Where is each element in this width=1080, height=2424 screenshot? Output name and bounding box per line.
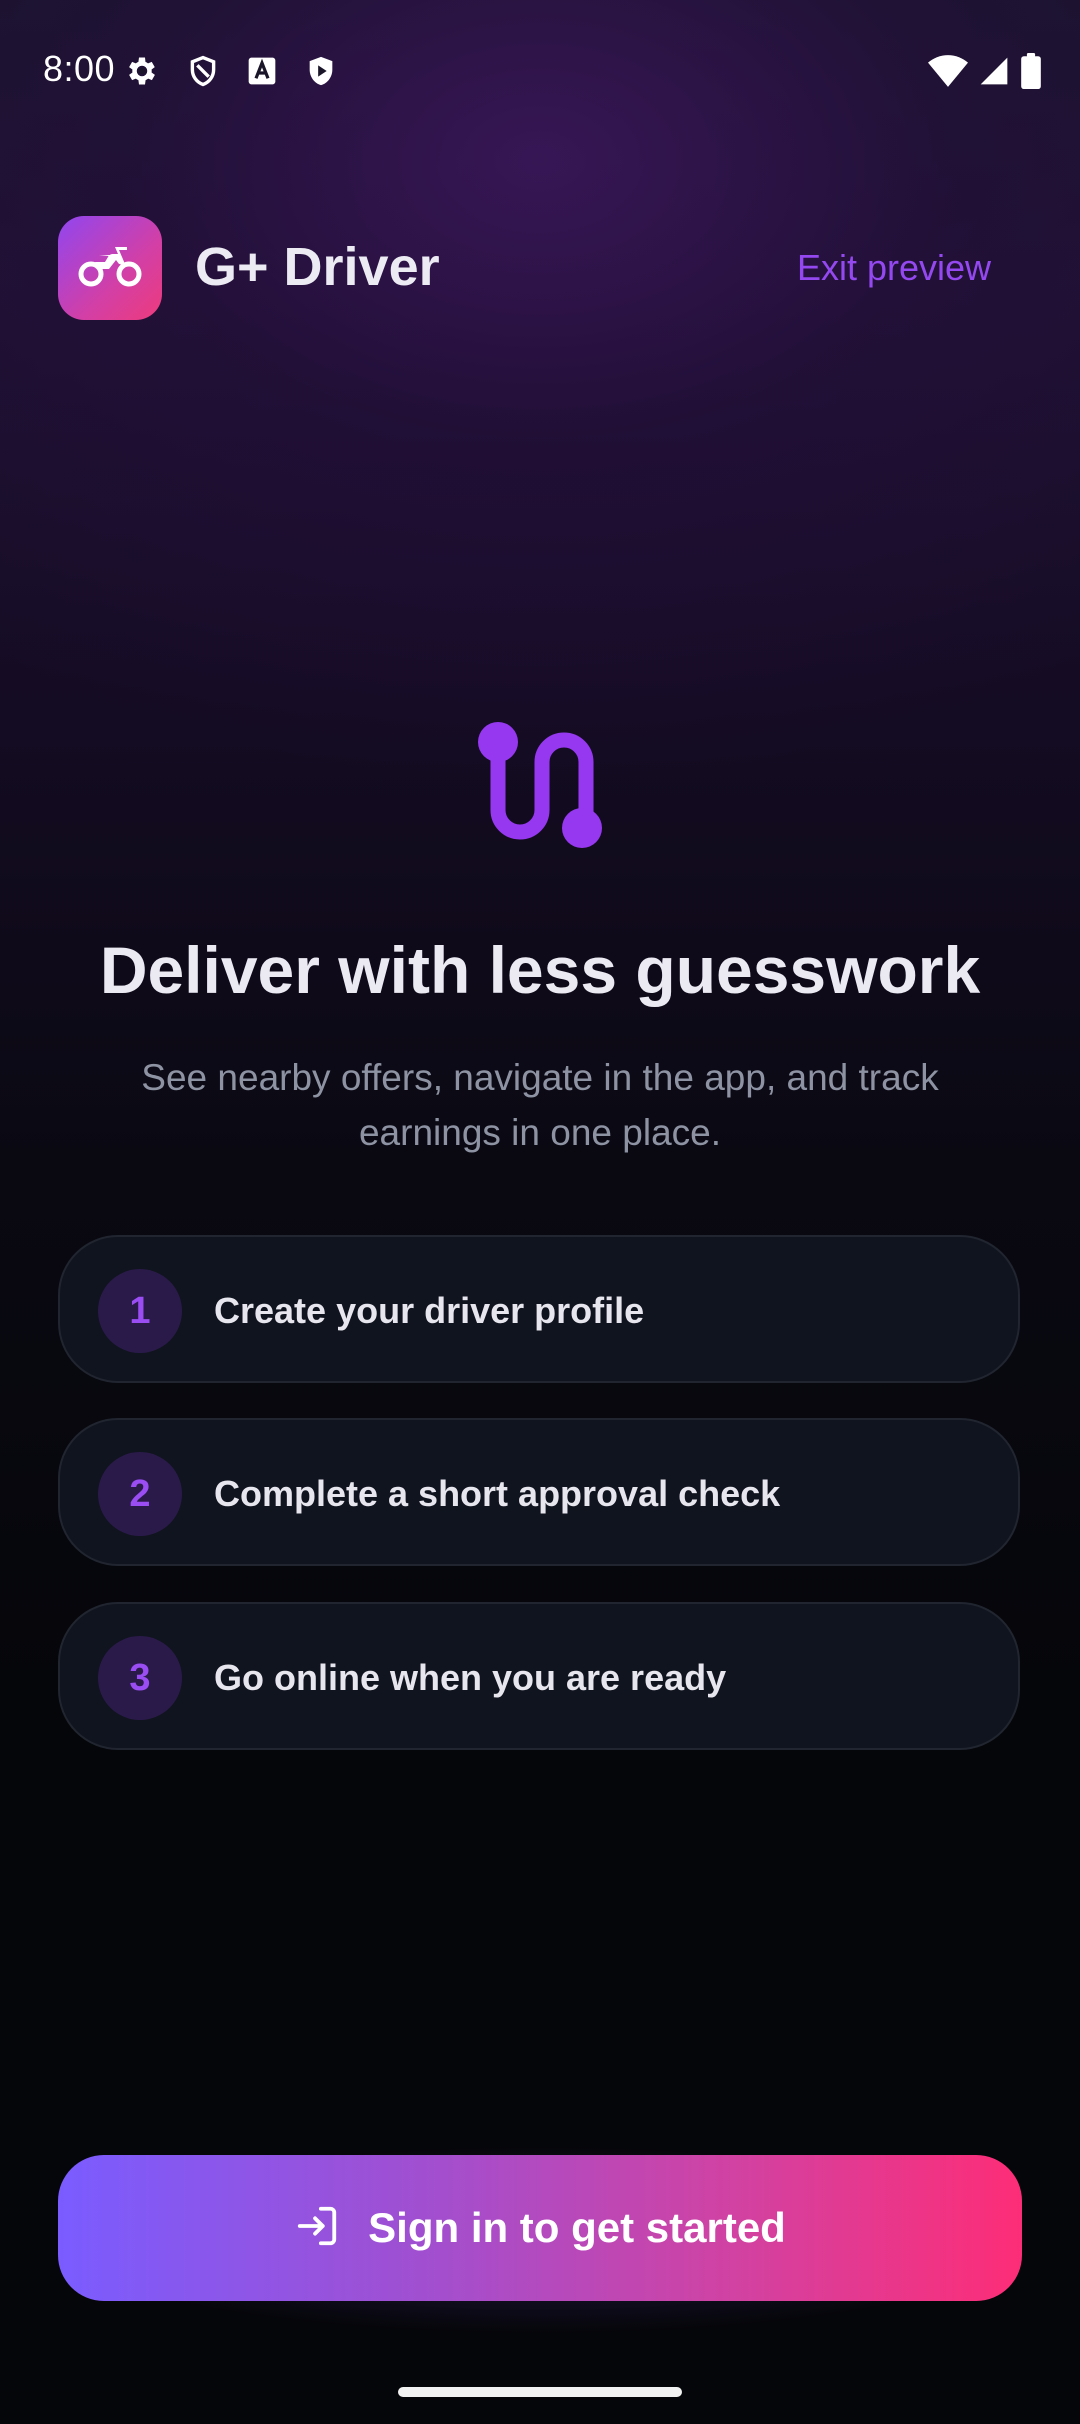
route-icon [474,720,606,852]
wifi-icon [928,55,968,87]
step-card: 2 Complete a short approval check [58,1418,1020,1566]
app-title: G+ Driver [195,237,440,297]
sign-in-icon [294,2203,340,2254]
play-protect-icon [304,53,338,89]
exit-preview-link[interactable]: Exit preview [797,246,991,290]
step-card: 1 Create your driver profile [58,1235,1020,1383]
status-bar: 8:00 [0,0,1080,140]
step-number-badge: 3 [98,1636,182,1720]
hero-title: Deliver with less guesswork [99,933,981,1007]
status-icons-left [124,51,338,91]
step-label: Go online when you are ready [214,1657,727,1698]
shield-icon [186,53,220,89]
sign-in-button[interactable]: Sign in to get started [58,2155,1022,2301]
hero-subtitle: See nearby offers, navigate in the app, … [141,1057,939,1153]
font-a-icon [246,55,278,87]
gear-icon [124,53,160,89]
signal-icon [978,55,1010,87]
step-card: 3 Go online when you are ready [58,1602,1020,1750]
app-logo [58,216,162,320]
step-label: Complete a short approval check [214,1473,781,1514]
battery-icon [1020,53,1042,89]
motorcycle-icon [77,244,143,293]
status-icons-right [928,52,1042,90]
home-indicator[interactable] [398,2387,682,2397]
step-label: Create your driver profile [214,1290,645,1331]
status-time: 8:00 [43,48,116,89]
step-number-badge: 2 [98,1452,182,1536]
step-number-badge: 1 [98,1269,182,1353]
sign-in-label: Sign in to get started [368,2204,786,2251]
